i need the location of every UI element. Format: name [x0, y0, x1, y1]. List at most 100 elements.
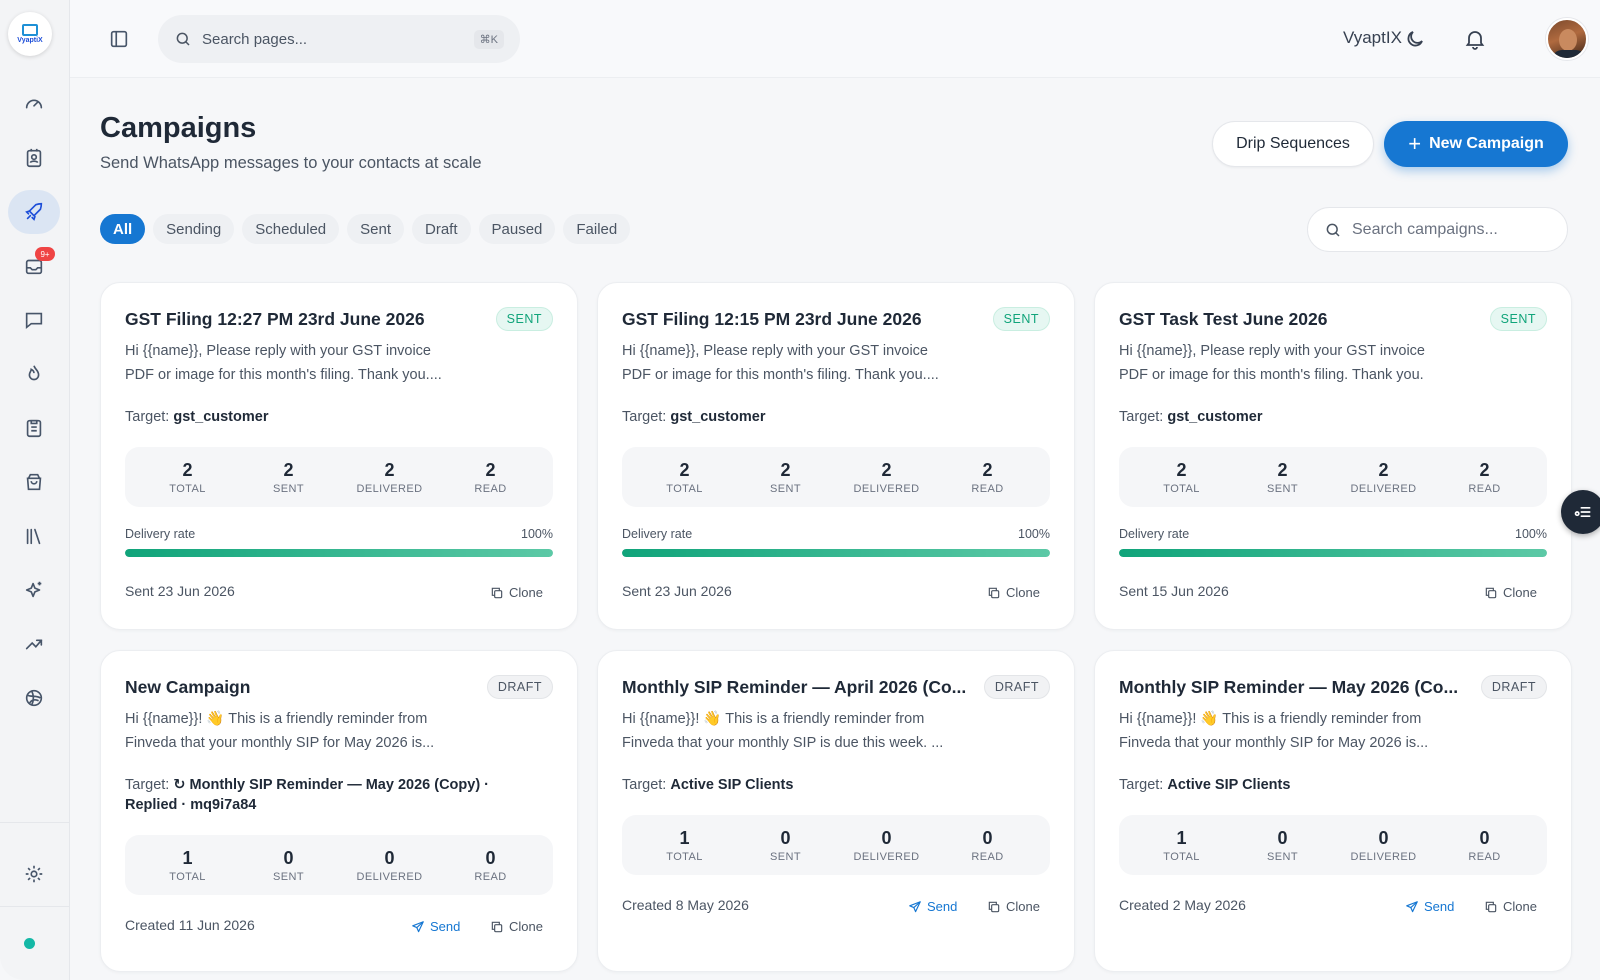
status-badge: SENT — [992, 307, 1050, 331]
campaign-card[interactable]: GST Filing 12:15 PM 23rd June 2026 SENT … — [597, 282, 1075, 630]
stat-value: 2 — [485, 459, 496, 480]
clone-label: Clone — [1006, 899, 1040, 914]
stat-read: 0 READ — [1445, 828, 1525, 863]
target-value: ↻ Monthly SIP Reminder — May 2026 (Copy)… — [173, 777, 490, 793]
sidebar-item-chats[interactable] — [8, 298, 60, 342]
stat-label: DELIVERED — [853, 482, 920, 495]
stat-read: 2 READ — [451, 460, 531, 495]
bell-icon[interactable] — [1463, 27, 1487, 51]
campaign-title: GST Task Test June 2026 — [1119, 309, 1328, 329]
campaign-search-input[interactable]: Search campaigns... — [1307, 207, 1568, 252]
campaign-date: Sent 23 Jun 2026 — [125, 583, 235, 599]
clone-label: Clone — [1006, 585, 1040, 600]
logo-text: VyaptiX — [17, 37, 43, 44]
sidebar-item-hot-leads[interactable] — [8, 352, 60, 396]
filter-draft[interactable]: Draft — [412, 214, 471, 244]
stat-label: DELIVERED — [853, 850, 920, 863]
copy-icon — [988, 901, 1000, 912]
clone-button[interactable]: Clone — [490, 919, 543, 934]
sidebar-item-dashboard[interactable] — [8, 82, 60, 126]
stat-value: 1 — [679, 827, 690, 848]
send-icon — [1406, 900, 1418, 912]
send-button[interactable]: Send — [411, 919, 460, 934]
page-search-input[interactable]: Search pages... ⌘K — [158, 15, 520, 63]
sparkles-icon — [25, 581, 42, 598]
campaign-date: Sent 23 Jun 2026 — [622, 583, 732, 599]
stat-value: 2 — [182, 459, 193, 480]
brand-logo[interactable]: VyaptiX — [8, 12, 52, 56]
search-icon — [1326, 223, 1340, 237]
clone-button[interactable]: Clone — [490, 585, 543, 600]
clone-button[interactable]: Clone — [1484, 899, 1537, 914]
copy-icon — [1485, 587, 1497, 598]
filter-all[interactable]: All — [100, 214, 146, 244]
campaign-card[interactable]: GST Filing 12:27 PM 23rd June 2026 SENT … — [100, 282, 578, 630]
stat-total: 1 TOTAL — [645, 828, 725, 863]
clone-button[interactable]: Clone — [987, 585, 1040, 600]
sidebar-item-library[interactable] — [8, 514, 60, 558]
filter-sent[interactable]: Sent — [347, 214, 404, 244]
sidebar-item-campaigns[interactable] — [8, 190, 60, 234]
floating-menu-button[interactable] — [1561, 490, 1600, 534]
campaign-date: Created 11 Jun 2026 — [125, 917, 255, 933]
sidebar-toggle-icon[interactable] — [108, 28, 130, 50]
campaign-message: Hi {{name}}! 👋 This is a friendly remind… — [1119, 707, 1479, 755]
sidebar-item-settings[interactable] — [8, 852, 60, 896]
drip-sequences-button[interactable]: Drip Sequences — [1212, 121, 1374, 167]
target-value: Active SIP Clients — [670, 777, 794, 793]
stat-value: 2 — [1479, 459, 1490, 480]
stat-label: READ — [474, 870, 507, 883]
sidebar-item-contacts[interactable] — [8, 136, 60, 180]
campaign-target: Target: gst_customer — [622, 407, 1042, 427]
stat-label: READ — [1468, 482, 1501, 495]
filter-failed[interactable]: Failed — [563, 214, 631, 244]
send-button[interactable]: Send — [908, 899, 957, 914]
stat-total: 2 TOTAL — [645, 460, 725, 495]
delivery-rate-value: 100% — [1515, 527, 1547, 541]
campaign-message: Hi {{name}}, Please reply with your GST … — [1119, 339, 1479, 387]
delivery-progress-bar — [125, 549, 553, 557]
gear-icon — [25, 865, 43, 883]
filter-paused[interactable]: Paused — [478, 214, 556, 244]
topbar: Search pages... ⌘K VyaptIX — [70, 0, 1600, 78]
stat-value: 0 — [780, 827, 791, 848]
workspace-name[interactable]: VyaptIX — [1343, 28, 1402, 48]
sidebar-item-analytics[interactable] — [8, 622, 60, 666]
stat-value: 2 — [982, 459, 993, 480]
new-campaign-label: New Campaign — [1429, 135, 1544, 152]
stat-label: TOTAL — [1163, 482, 1200, 495]
filter-scheduled[interactable]: Scheduled — [242, 214, 340, 244]
stat-label: SENT — [273, 482, 304, 495]
stat-label: SENT — [770, 850, 801, 863]
filter-sending[interactable]: Sending — [153, 214, 235, 244]
target-label: Target: — [1119, 409, 1164, 425]
sidebar-item-tasks[interactable] — [8, 406, 60, 450]
message-line: Hi {{name}}, Please reply with your GST … — [1119, 343, 1426, 359]
campaign-card[interactable]: GST Task Test June 2026 SENT Hi {{name}}… — [1094, 282, 1572, 630]
message-line: Hi {{name}}, Please reply with your GST … — [125, 343, 432, 359]
stat-total: 2 TOTAL — [148, 460, 228, 495]
stat-delivered: 0 DELIVERED — [350, 848, 430, 883]
moon-icon[interactable] — [1403, 27, 1427, 51]
campaign-card[interactable]: Monthly SIP Reminder — April 2026 (Co...… — [597, 650, 1075, 972]
copy-icon — [988, 587, 1000, 598]
campaign-title: GST Filing 12:15 PM 23rd June 2026 — [622, 309, 922, 329]
sidebar-item-orders[interactable] — [8, 460, 60, 504]
copy-icon — [491, 921, 503, 932]
sidebar-item-ai[interactable] — [8, 568, 60, 612]
target-label: Target: — [1119, 777, 1164, 793]
stat-label: SENT — [1267, 482, 1298, 495]
stat-read: 2 READ — [948, 460, 1028, 495]
clone-button[interactable]: Clone — [1484, 585, 1537, 600]
target-value: gst_customer — [1167, 409, 1263, 425]
campaign-card[interactable]: Monthly SIP Reminder — May 2026 (Co... D… — [1094, 650, 1572, 972]
message-line: Finveda that your monthly SIP for May 20… — [125, 735, 435, 751]
user-avatar[interactable] — [1546, 18, 1588, 60]
new-campaign-button[interactable]: + New Campaign — [1384, 121, 1568, 167]
sidebar-item-integrations[interactable] — [8, 676, 60, 720]
globe-icon — [25, 689, 43, 707]
send-button[interactable]: Send — [1405, 899, 1454, 914]
sidebar-item-inbox[interactable]: 9+ — [8, 244, 60, 288]
clone-button[interactable]: Clone — [987, 899, 1040, 914]
campaign-card[interactable]: New Campaign DRAFT Hi {{name}}! 👋 This i… — [100, 650, 578, 972]
